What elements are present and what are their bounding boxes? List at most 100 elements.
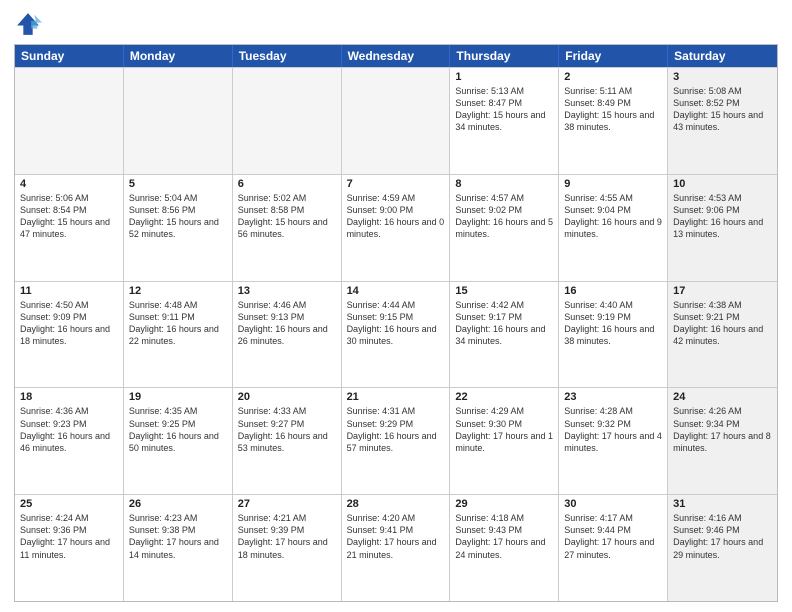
day-info: Sunrise: 4:28 AM Sunset: 9:32 PM Dayligh… bbox=[564, 405, 662, 454]
day-info: Sunrise: 4:36 AM Sunset: 9:23 PM Dayligh… bbox=[20, 405, 118, 454]
day-cell-22: 22 Sunrise: 4:29 AM Sunset: 9:30 PM Dayli… bbox=[450, 388, 559, 494]
day-info: Sunrise: 4:18 AM Sunset: 9:43 PM Dayligh… bbox=[455, 512, 553, 561]
header-day-sunday: Sunday bbox=[15, 45, 124, 67]
header-day-thursday: Thursday bbox=[450, 45, 559, 67]
day-cell-24: 24 Sunrise: 4:26 AM Sunset: 9:34 PM Dayli… bbox=[668, 388, 777, 494]
day-cell-empty-0-2 bbox=[233, 68, 342, 174]
day-number: 27 bbox=[238, 498, 336, 510]
day-number: 8 bbox=[455, 178, 553, 190]
day-number: 17 bbox=[673, 285, 772, 297]
day-number: 4 bbox=[20, 178, 118, 190]
calendar-header-row: SundayMondayTuesdayWednesdayThursdayFrid… bbox=[15, 45, 777, 67]
day-number: 26 bbox=[129, 498, 227, 510]
day-info: Sunrise: 4:31 AM Sunset: 9:29 PM Dayligh… bbox=[347, 405, 445, 454]
day-info: Sunrise: 5:11 AM Sunset: 8:49 PM Dayligh… bbox=[564, 85, 662, 134]
day-cell-13: 13 Sunrise: 4:46 AM Sunset: 9:13 PM Dayli… bbox=[233, 282, 342, 388]
day-info: Sunrise: 4:57 AM Sunset: 9:02 PM Dayligh… bbox=[455, 192, 553, 241]
day-number: 13 bbox=[238, 285, 336, 297]
day-cell-21: 21 Sunrise: 4:31 AM Sunset: 9:29 PM Dayli… bbox=[342, 388, 451, 494]
day-cell-12: 12Sunrise: 4:48 AM Sunset: 9:11 PM Dayli… bbox=[124, 282, 233, 388]
day-cell-3: 3Sunrise: 5:08 AM Sunset: 8:52 PM Daylig… bbox=[668, 68, 777, 174]
calendar-row-2: 11 Sunrise: 4:50 AM Sunset: 9:09 PM Dayli… bbox=[15, 281, 777, 388]
day-info: Sunrise: 4:55 AM Sunset: 9:04 PM Dayligh… bbox=[564, 192, 662, 241]
day-info: Sunrise: 4:33 AM Sunset: 9:27 PM Dayligh… bbox=[238, 405, 336, 454]
day-info: Sunrise: 4:46 AM Sunset: 9:13 PM Dayligh… bbox=[238, 299, 336, 348]
day-info: Sunrise: 5:04 AM Sunset: 8:56 PM Dayligh… bbox=[129, 192, 227, 241]
day-cell-31: 31 Sunrise: 4:16 AM Sunset: 9:46 PM Dayli… bbox=[668, 495, 777, 601]
day-number: 16 bbox=[564, 285, 662, 297]
day-number: 21 bbox=[347, 391, 445, 403]
day-cell-27: 27 Sunrise: 4:21 AM Sunset: 9:39 PM Dayli… bbox=[233, 495, 342, 601]
day-number: 10 bbox=[673, 178, 772, 190]
day-number: 14 bbox=[347, 285, 445, 297]
day-info: Sunrise: 4:35 AM Sunset: 9:25 PM Dayligh… bbox=[129, 405, 227, 454]
day-info: Sunrise: 4:16 AM Sunset: 9:46 PM Dayligh… bbox=[673, 512, 772, 561]
day-info: Sunrise: 5:08 AM Sunset: 8:52 PM Dayligh… bbox=[673, 85, 772, 134]
day-info: Sunrise: 4:42 AM Sunset: 9:17 PM Dayligh… bbox=[455, 299, 553, 348]
day-number: 22 bbox=[455, 391, 553, 403]
day-number: 15 bbox=[455, 285, 553, 297]
day-cell-14: 14 Sunrise: 4:44 AM Sunset: 9:15 PM Dayli… bbox=[342, 282, 451, 388]
header-day-friday: Friday bbox=[559, 45, 668, 67]
day-info: Sunrise: 4:20 AM Sunset: 9:41 PM Dayligh… bbox=[347, 512, 445, 561]
day-number: 18 bbox=[20, 391, 118, 403]
day-cell-1: 1 Sunrise: 5:13 AM Sunset: 8:47 PM Daylig… bbox=[450, 68, 559, 174]
day-number: 31 bbox=[673, 498, 772, 510]
day-cell-29: 29 Sunrise: 4:18 AM Sunset: 9:43 PM Dayli… bbox=[450, 495, 559, 601]
day-number: 7 bbox=[347, 178, 445, 190]
calendar: SundayMondayTuesdayWednesdayThursdayFrid… bbox=[14, 44, 778, 602]
day-info: Sunrise: 4:21 AM Sunset: 9:39 PM Dayligh… bbox=[238, 512, 336, 561]
day-cell-2: 2 Sunrise: 5:11 AM Sunset: 8:49 PM Daylig… bbox=[559, 68, 668, 174]
day-cell-11: 11 Sunrise: 4:50 AM Sunset: 9:09 PM Dayli… bbox=[15, 282, 124, 388]
day-info: Sunrise: 4:23 AM Sunset: 9:38 PM Dayligh… bbox=[129, 512, 227, 561]
day-number: 20 bbox=[238, 391, 336, 403]
header-day-monday: Monday bbox=[124, 45, 233, 67]
day-info: Sunrise: 4:17 AM Sunset: 9:44 PM Dayligh… bbox=[564, 512, 662, 561]
calendar-row-3: 18 Sunrise: 4:36 AM Sunset: 9:23 PM Dayli… bbox=[15, 387, 777, 494]
day-info: Sunrise: 4:48 AM Sunset: 9:11 PM Dayligh… bbox=[129, 299, 227, 348]
day-cell-9: 9 Sunrise: 4:55 AM Sunset: 9:04 PM Daylig… bbox=[559, 175, 668, 281]
day-cell-empty-0-0 bbox=[15, 68, 124, 174]
day-cell-30: 30Sunrise: 4:17 AM Sunset: 9:44 PM Dayli… bbox=[559, 495, 668, 601]
day-info: Sunrise: 5:06 AM Sunset: 8:54 PM Dayligh… bbox=[20, 192, 118, 241]
day-cell-5: 5Sunrise: 5:04 AM Sunset: 8:56 PM Daylig… bbox=[124, 175, 233, 281]
day-info: Sunrise: 4:24 AM Sunset: 9:36 PM Dayligh… bbox=[20, 512, 118, 561]
day-number: 9 bbox=[564, 178, 662, 190]
day-info: Sunrise: 4:44 AM Sunset: 9:15 PM Dayligh… bbox=[347, 299, 445, 348]
day-info: Sunrise: 4:26 AM Sunset: 9:34 PM Dayligh… bbox=[673, 405, 772, 454]
day-number: 2 bbox=[564, 71, 662, 83]
calendar-body: 1 Sunrise: 5:13 AM Sunset: 8:47 PM Daylig… bbox=[15, 67, 777, 601]
calendar-row-0: 1 Sunrise: 5:13 AM Sunset: 8:47 PM Daylig… bbox=[15, 67, 777, 174]
logo-icon bbox=[14, 10, 42, 38]
calendar-row-4: 25 Sunrise: 4:24 AM Sunset: 9:36 PM Dayli… bbox=[15, 494, 777, 601]
header-day-tuesday: Tuesday bbox=[233, 45, 342, 67]
day-number: 19 bbox=[129, 391, 227, 403]
day-number: 23 bbox=[564, 391, 662, 403]
day-cell-28: 28 Sunrise: 4:20 AM Sunset: 9:41 PM Dayli… bbox=[342, 495, 451, 601]
day-cell-7: 7 Sunrise: 4:59 AM Sunset: 9:00 PM Daylig… bbox=[342, 175, 451, 281]
day-cell-15: 15 Sunrise: 4:42 AM Sunset: 9:17 PM Dayli… bbox=[450, 282, 559, 388]
day-info: Sunrise: 4:38 AM Sunset: 9:21 PM Dayligh… bbox=[673, 299, 772, 348]
day-info: Sunrise: 4:50 AM Sunset: 9:09 PM Dayligh… bbox=[20, 299, 118, 348]
day-number: 1 bbox=[455, 71, 553, 83]
day-number: 29 bbox=[455, 498, 553, 510]
day-number: 28 bbox=[347, 498, 445, 510]
day-cell-25: 25 Sunrise: 4:24 AM Sunset: 9:36 PM Dayli… bbox=[15, 495, 124, 601]
day-info: Sunrise: 4:59 AM Sunset: 9:00 PM Dayligh… bbox=[347, 192, 445, 241]
day-cell-23: 23 Sunrise: 4:28 AM Sunset: 9:32 PM Dayli… bbox=[559, 388, 668, 494]
header bbox=[14, 10, 778, 38]
day-number: 25 bbox=[20, 498, 118, 510]
day-cell-17: 17 Sunrise: 4:38 AM Sunset: 9:21 PM Dayli… bbox=[668, 282, 777, 388]
day-number: 6 bbox=[238, 178, 336, 190]
day-cell-4: 4 Sunrise: 5:06 AM Sunset: 8:54 PM Daylig… bbox=[15, 175, 124, 281]
day-info: Sunrise: 5:02 AM Sunset: 8:58 PM Dayligh… bbox=[238, 192, 336, 241]
day-info: Sunrise: 5:13 AM Sunset: 8:47 PM Dayligh… bbox=[455, 85, 553, 134]
day-cell-10: 10Sunrise: 4:53 AM Sunset: 9:06 PM Dayli… bbox=[668, 175, 777, 281]
day-cell-19: 19 Sunrise: 4:35 AM Sunset: 9:25 PM Dayli… bbox=[124, 388, 233, 494]
day-number: 11 bbox=[20, 285, 118, 297]
day-info: Sunrise: 4:40 AM Sunset: 9:19 PM Dayligh… bbox=[564, 299, 662, 348]
day-cell-16: 16 Sunrise: 4:40 AM Sunset: 9:19 PM Dayli… bbox=[559, 282, 668, 388]
day-cell-6: 6 Sunrise: 5:02 AM Sunset: 8:58 PM Daylig… bbox=[233, 175, 342, 281]
day-number: 24 bbox=[673, 391, 772, 403]
day-info: Sunrise: 4:29 AM Sunset: 9:30 PM Dayligh… bbox=[455, 405, 553, 454]
